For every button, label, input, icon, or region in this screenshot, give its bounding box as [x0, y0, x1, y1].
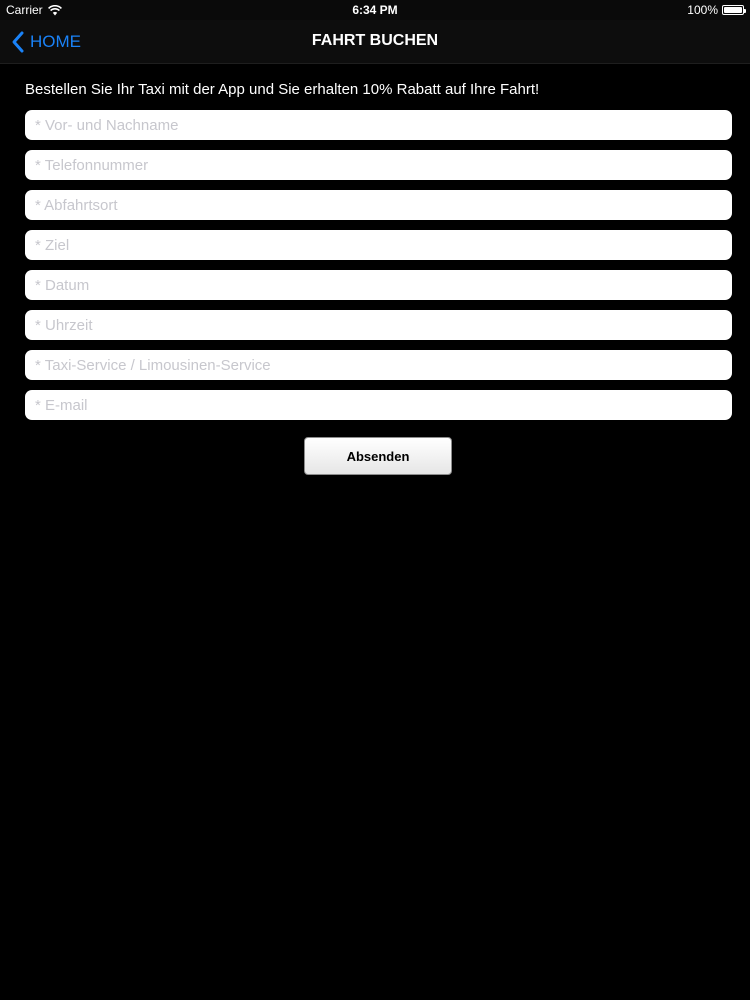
- phone-input[interactable]: [33, 155, 724, 175]
- name-field[interactable]: [25, 110, 732, 140]
- navigation-bar: HOME FAHRT BUCHEN: [0, 20, 750, 64]
- time-field[interactable]: [25, 310, 732, 340]
- destination-input[interactable]: [33, 235, 724, 255]
- email-input[interactable]: [33, 395, 724, 415]
- email-field[interactable]: [25, 390, 732, 420]
- status-bar: Carrier 6:34 PM 100%: [0, 0, 750, 20]
- battery-indicator: 100%: [687, 3, 746, 17]
- destination-field[interactable]: [25, 230, 732, 260]
- battery-fill: [724, 7, 742, 13]
- time-input[interactable]: [33, 315, 724, 335]
- battery-percent: 100%: [687, 3, 718, 17]
- intro-text: Bestellen Sie Ihr Taxi mit der App und S…: [25, 81, 540, 98]
- departure-input[interactable]: [33, 195, 724, 215]
- date-input[interactable]: [33, 275, 724, 295]
- service-field[interactable]: [25, 350, 732, 380]
- clock: 6:34 PM: [352, 3, 398, 17]
- phone-field[interactable]: [25, 150, 732, 180]
- service-input[interactable]: [33, 355, 724, 375]
- battery-icon: [722, 5, 746, 15]
- submit-button[interactable]: Absenden: [304, 437, 452, 475]
- date-field[interactable]: [25, 270, 732, 300]
- name-input[interactable]: [33, 115, 724, 135]
- page-title: FAHRT BUCHEN: [311, 32, 439, 49]
- departure-field[interactable]: [25, 190, 732, 220]
